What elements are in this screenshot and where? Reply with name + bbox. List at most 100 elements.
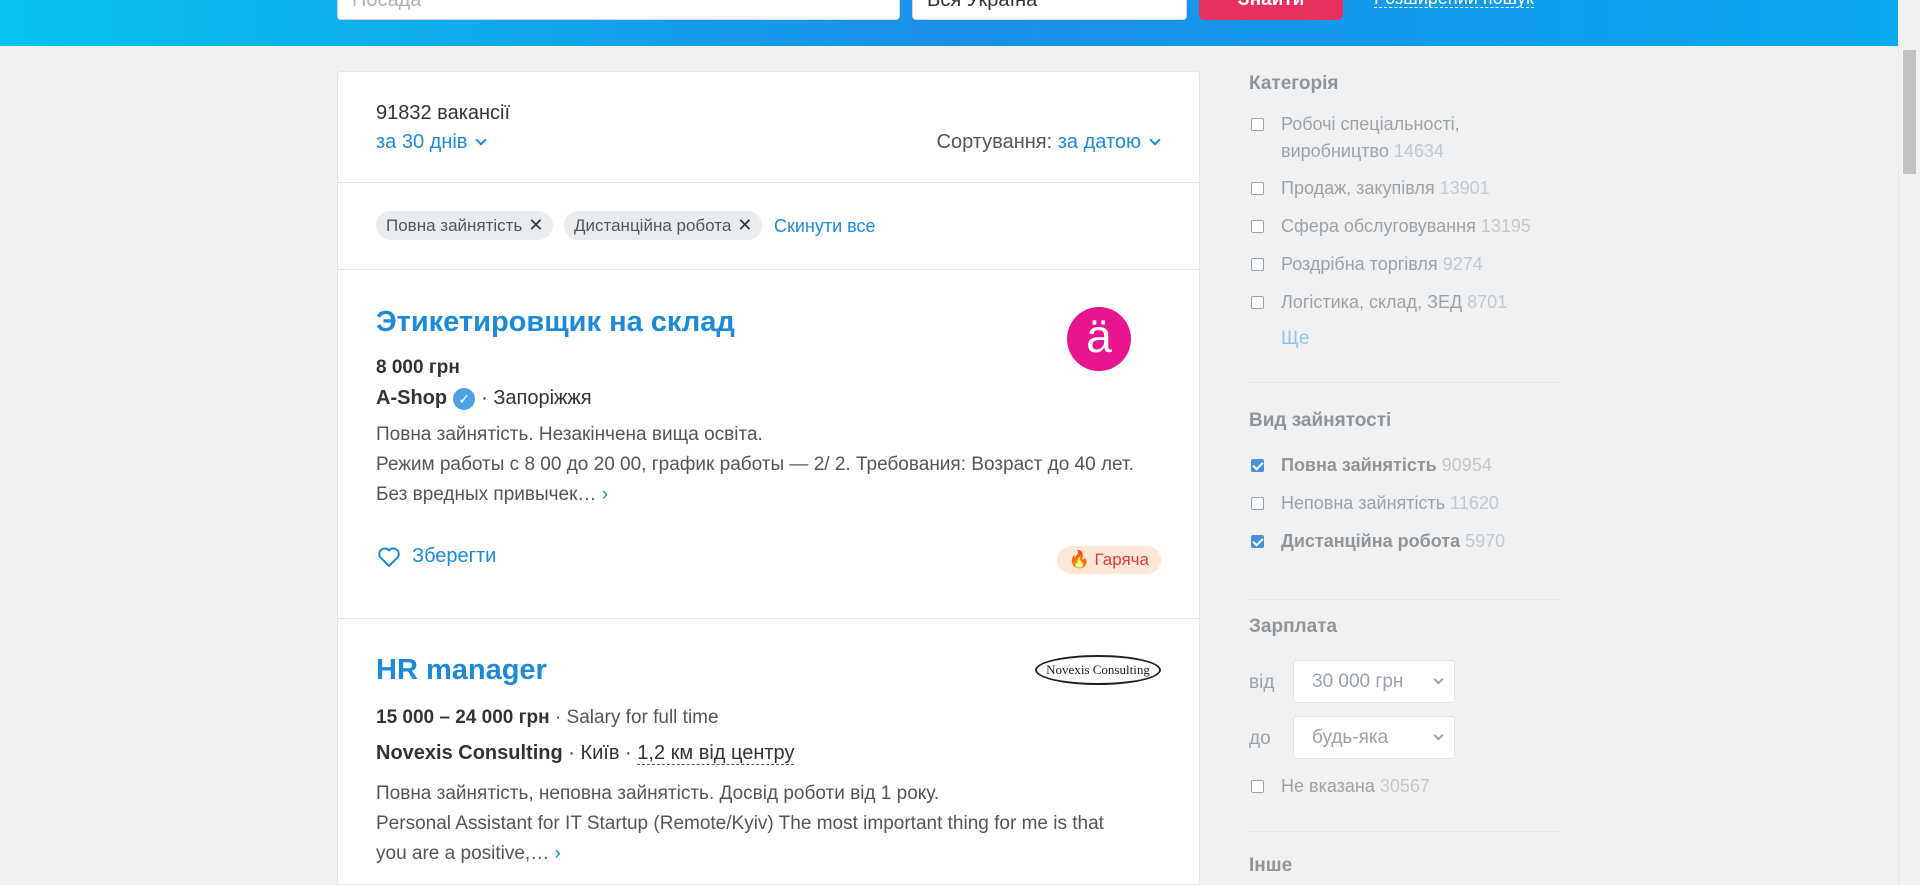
employment-title: Вид зайнятості — [1249, 410, 1392, 431]
option-label: Не вказана — [1281, 776, 1375, 796]
vacancy-list-card: 91832 вакансії за 30 днів Сортування: за… — [337, 71, 1200, 885]
salary-from-select[interactable]: 30 000 грн — [1293, 660, 1455, 703]
checkbox[interactable] — [1251, 220, 1264, 233]
results-count: 91832 вакансії — [376, 102, 511, 124]
vacancy-salary: 15 000 – 24 000 грн — [376, 707, 550, 728]
reset-filters-link[interactable]: Скинути все — [774, 216, 876, 237]
divider — [1249, 599, 1559, 600]
close-icon[interactable]: ✕ — [528, 211, 543, 240]
chip-label: Повна зайнятість — [386, 216, 523, 235]
salary-from-label: від — [1249, 672, 1275, 693]
chevron-down-icon — [1433, 674, 1444, 685]
option-count: 11620 — [1450, 493, 1499, 513]
category-more-link[interactable]: Ще — [1281, 328, 1309, 350]
option-label: Дистанційна робота — [1281, 531, 1461, 551]
checkbox[interactable] — [1251, 497, 1264, 510]
category-option[interactable]: Роздрібна торгівля 9274 — [1249, 251, 1551, 278]
vacancy-title[interactable]: Этикетировщик на склад — [376, 306, 735, 339]
employment-option[interactable]: Повна зайнятість 90954 — [1249, 452, 1551, 479]
page-scrollbar[interactable] — [1898, 46, 1920, 885]
search-button[interactable]: Знайти — [1199, 0, 1343, 20]
checkbox[interactable] — [1251, 182, 1264, 195]
category-option[interactable]: Логістика, склад, ЗЕД 8701 — [1249, 289, 1551, 316]
results-header: 91832 вакансії за 30 днів Сортування: за… — [338, 72, 1199, 183]
period-dropdown[interactable]: за 30 днів — [376, 131, 488, 154]
company-name[interactable]: Novexis Consulting — [376, 742, 563, 764]
company-name[interactable]: A-Shop — [376, 387, 447, 409]
option-count: 14634 — [1393, 141, 1444, 161]
employment-option[interactable]: Неповна зайнятість 11620 — [1249, 490, 1551, 517]
category-option[interactable]: Продаж, закупівля 13901 — [1249, 175, 1551, 202]
other-filter: Інше — [1249, 855, 1559, 885]
active-filters: Повна зайнятість ✕ Дистанційна робота ✕ Ск… — [338, 183, 1199, 270]
checkbox[interactable] — [1251, 780, 1264, 793]
option-count: 30567 — [1379, 776, 1430, 796]
category-filter: Категорія — [1249, 73, 1559, 109]
scrollbar-thumb[interactable] — [1903, 50, 1916, 174]
top-search-bar: Посада Вся Україна Знайти Розширений пош… — [0, 0, 1898, 46]
option-label: Продаж, закупівля — [1281, 178, 1435, 198]
advanced-search-link[interactable]: Розширений пошук — [1374, 0, 1534, 8]
chevron-down-icon — [1149, 134, 1161, 146]
description-line-2: Personal Assistant for IT Startup (Remot… — [376, 813, 1104, 864]
location-select[interactable]: Вся Україна — [912, 0, 1187, 20]
sort-label: Сортування: — [936, 131, 1053, 153]
chevron-right-icon[interactable]: › — [554, 843, 560, 864]
vacancy-description: Повна зайнятість. Незакінчена вища освіт… — [376, 420, 1136, 510]
filter-chip-full-time[interactable]: Повна зайнятість ✕ — [376, 211, 554, 240]
chevron-down-icon — [1433, 730, 1444, 741]
salary-note: Salary for full time — [566, 707, 719, 728]
chevron-down-icon — [475, 134, 488, 146]
option-label: Сфера обслуговування — [1281, 216, 1476, 236]
company-logo[interactable]: Novexis Consulting — [1035, 655, 1161, 685]
save-button[interactable]: Зберегти — [376, 545, 496, 568]
heart-icon — [378, 547, 400, 567]
option-count: 5970 — [1465, 531, 1506, 551]
employment-option[interactable]: Дистанційна робота 5970 — [1249, 528, 1551, 555]
description-line-1: Повна зайнятість, неповна зайнятість. До… — [376, 783, 940, 804]
save-label: Зберегти — [412, 545, 497, 567]
checkbox[interactable] — [1251, 118, 1264, 131]
description-line-1: Повна зайнятість. Незакінчена вища освіт… — [376, 424, 763, 445]
position-search-input[interactable]: Посада — [337, 0, 900, 20]
verified-check-icon: ✓ — [453, 387, 476, 410]
distance-link[interactable]: 1,2 км від центру — [637, 742, 795, 765]
checkbox[interactable] — [1251, 258, 1264, 271]
option-count: 9274 — [1442, 254, 1483, 274]
company-logo[interactable]: ä — [1067, 307, 1131, 371]
hot-label: Гаряча — [1094, 550, 1150, 569]
hot-badge: 🔥 Гаряча — [1056, 546, 1161, 574]
vacancy-company-line: Novexis Consulting · Київ · 1,2 км від ц… — [376, 742, 795, 765]
category-option[interactable]: Сфера обслуговування 13195 — [1249, 213, 1551, 240]
option-label: Неповна зайнятість — [1281, 493, 1446, 513]
close-icon[interactable]: ✕ — [737, 211, 752, 240]
option-label: Логістика, склад, ЗЕД — [1281, 292, 1463, 312]
filter-chip-remote[interactable]: Дистанційна робота ✕ — [564, 211, 763, 240]
salary-to-select[interactable]: будь-яка — [1293, 716, 1455, 759]
select-value: 30 000 грн — [1312, 671, 1404, 692]
option-count: 8701 — [1467, 292, 1508, 312]
sort-control[interactable]: Сортування: за датою — [936, 131, 1161, 154]
vacancy-card: Этикетировщик на склад ä 8 000 грн A-Sho… — [338, 270, 1199, 619]
chevron-right-icon[interactable]: › — [602, 484, 608, 505]
option-label: Роздрібна торгівля — [1281, 254, 1438, 274]
checkbox-checked[interactable] — [1251, 459, 1264, 472]
salary-to-label: до — [1249, 728, 1271, 749]
divider — [1249, 831, 1559, 832]
description-line-2: Режим работы с 8 00 до 20 00, график раб… — [376, 454, 1134, 505]
checkbox[interactable] — [1251, 296, 1264, 309]
chip-label: Дистанційна робота — [574, 216, 732, 235]
vacancy-city: Київ — [580, 742, 620, 764]
employment-filter: Вид зайнятості — [1249, 410, 1559, 446]
option-label: Повна зайнятість — [1281, 455, 1437, 475]
salary-title: Зарплата — [1249, 616, 1338, 637]
option-count: 13901 — [1439, 178, 1490, 198]
vacancy-salary: 8 000 грн — [376, 357, 460, 378]
category-option[interactable]: Робочі спеціальності, виробництво 14634 — [1249, 111, 1551, 165]
vacancy-card: HR manager Novexis Consulting 15 000 – 2… — [338, 619, 1199, 885]
period-label: за 30 днів — [376, 131, 468, 153]
sort-value: за датою — [1057, 131, 1141, 153]
salary-unspecified-option[interactable]: Не вказана 30567 — [1249, 773, 1551, 800]
vacancy-title[interactable]: HR manager — [376, 654, 547, 687]
checkbox-checked[interactable] — [1251, 535, 1264, 548]
